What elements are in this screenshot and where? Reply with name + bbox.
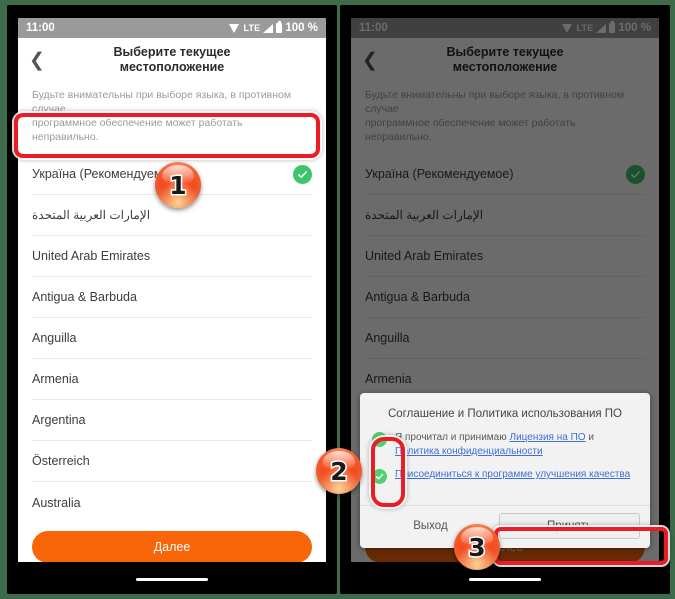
list-item-label: Anguilla — [365, 331, 410, 345]
wifi-icon — [229, 23, 240, 33]
check-circle-icon — [626, 164, 645, 184]
step-badge-3: 3 — [454, 524, 500, 570]
list-item[interactable]: Australia — [32, 482, 312, 523]
step-badge-1-label: 1 — [168, 170, 188, 200]
page-title-line2: местоположение — [119, 60, 225, 74]
accept-button[interactable]: Принять — [498, 513, 640, 539]
phone-right-screen: 11:00 LTE 100 % ❮ Выберите текущее место… — [351, 18, 659, 562]
phone-left-screen: 11:00 LTE 100 % ❮ Выберите текущее место… — [18, 18, 326, 562]
improvement-checkbox-row[interactable]: Присоединиться к программе улучшения кач… — [372, 468, 638, 484]
improvement-program-link[interactable]: Присоединиться к программе улучшения кач… — [395, 469, 630, 480]
list-item-label: Antigua & Barbuda — [365, 290, 470, 304]
list-item-label: United Arab Emirates — [365, 249, 484, 263]
country-list: Україна (Рекомендуемое) الإمارات العربية… — [18, 154, 326, 523]
home-indicator — [136, 578, 208, 581]
list-item[interactable]: United Arab Emirates — [365, 236, 645, 277]
step-badge-2: 2 — [316, 448, 362, 494]
screenshot-stage: 11:00 LTE 100 % ❮ Выберите текущее место… — [0, 0, 675, 599]
list-item[interactable]: Anguilla — [32, 318, 312, 359]
list-item[interactable]: الإمارات العربية المتحدة — [365, 195, 645, 236]
status-bar-time: 11:00 — [26, 22, 55, 34]
status-bar: 11:00 LTE 100 % — [351, 18, 659, 38]
privacy-policy-link[interactable]: Политика конфиденциальности — [395, 446, 543, 457]
list-item[interactable]: Україна (Рекомендуемое) — [365, 154, 645, 195]
hint-line2: программное обеспечение может работать н… — [365, 117, 576, 143]
page-title-line1: Выберите текущее — [113, 45, 231, 59]
license-link[interactable]: Лицензия на ПО — [510, 432, 586, 443]
list-item-label: Armenia — [32, 372, 79, 386]
hint-line2: программное обеспечение может работать н… — [32, 117, 243, 143]
list-item[interactable]: Antigua & Barbuda — [365, 277, 645, 318]
signal-icon — [263, 23, 274, 33]
hint-text: Будьте внимательны при выборе языка, в п… — [18, 82, 326, 154]
checkbox-checked-icon[interactable] — [372, 469, 387, 484]
agreement-dialog: Соглашение и Политика использования ПО Я… — [360, 393, 650, 548]
list-item-label: Österreich — [32, 454, 90, 468]
hint-line1: Будьте внимательны при выборе языка, в п… — [365, 89, 625, 115]
status-bar-icons: LTE 100 % — [562, 21, 651, 34]
improvement-text: Присоединиться к программе улучшения кач… — [395, 468, 630, 482]
battery-icon — [609, 21, 616, 33]
list-item-label: الإمارات العربية المتحدة — [32, 208, 151, 222]
step-badge-1: 1 — [155, 162, 201, 208]
list-item-label: Anguilla — [32, 331, 77, 345]
home-indicator — [469, 578, 541, 581]
list-item[interactable]: Armenia — [32, 359, 312, 400]
hint-line1: Будьте внимательны при выборе языка, в п… — [32, 89, 292, 115]
page-title-line1: Выберите текущее — [446, 45, 564, 59]
page-title-line2: местоположение — [452, 60, 558, 74]
agreement-text-mid: и — [585, 432, 594, 443]
network-label: LTE — [576, 23, 594, 33]
list-item-label: Україна (Рекомендуемое) — [365, 167, 514, 181]
status-bar-icons: LTE 100 % — [229, 21, 318, 34]
status-bar-time: 11:00 — [359, 22, 388, 34]
wifi-icon — [562, 23, 573, 33]
dialog-actions: Выход Принять — [360, 506, 650, 548]
list-item[interactable]: Anguilla — [365, 318, 645, 359]
list-item[interactable]: Argentina — [32, 400, 312, 441]
battery-percent: 100 % — [618, 22, 651, 34]
dialog-body: Я прочитал и принимаю Лицензия на ПО и П… — [360, 431, 650, 505]
agreement-text-before: Я прочитал и принимаю — [395, 432, 510, 443]
chevron-left-icon[interactable]: ❮ — [28, 51, 46, 70]
check-circle-icon — [293, 164, 312, 184]
nav-bar: ❮ Выберите текущее местоположение — [351, 38, 659, 82]
list-item[interactable]: United Arab Emirates — [32, 236, 312, 277]
phone-left: 11:00 LTE 100 % ❮ Выберите текущее место… — [7, 5, 337, 594]
signal-icon — [596, 23, 607, 33]
list-item-label: Australia — [32, 495, 81, 510]
hint-text: Будьте внимательны при выборе языка, в п… — [351, 82, 659, 154]
list-item[interactable]: Österreich — [32, 441, 312, 482]
dialog-title: Соглашение и Политика использования ПО — [387, 408, 623, 420]
list-item-label: الإمارات العربية المتحدة — [365, 208, 484, 222]
checkbox-checked-icon[interactable] — [372, 432, 387, 447]
nav-bar: ❮ Выберите текущее местоположение — [18, 38, 326, 82]
list-item-label: Armenia — [365, 372, 412, 386]
list-item[interactable]: Antigua & Barbuda — [32, 277, 312, 318]
battery-icon — [276, 21, 283, 33]
page-title: Выберите текущее местоположение — [114, 45, 231, 75]
battery-percent: 100 % — [285, 22, 318, 34]
chevron-left-icon[interactable]: ❮ — [361, 51, 379, 70]
step-badge-3-label: 3 — [467, 532, 487, 562]
list-item-label: United Arab Emirates — [32, 249, 151, 263]
list-item-label: Argentina — [32, 413, 86, 427]
phone-right: 11:00 LTE 100 % ❮ Выберите текущее место… — [340, 5, 670, 594]
list-item-label: Antigua & Barbuda — [32, 290, 137, 304]
network-label: LTE — [243, 23, 261, 33]
agreement-text: Я прочитал и принимаю Лицензия на ПО и П… — [395, 431, 638, 459]
agreement-checkbox-row[interactable]: Я прочитал и принимаю Лицензия на ПО и П… — [372, 431, 638, 459]
primary-button-area: Далее — [18, 523, 326, 562]
status-bar: 11:00 LTE 100 % — [18, 18, 326, 38]
next-button[interactable]: Далее — [32, 531, 312, 562]
page-title: Выберите текущее местоположение — [447, 45, 564, 75]
step-badge-2-label: 2 — [329, 456, 349, 486]
